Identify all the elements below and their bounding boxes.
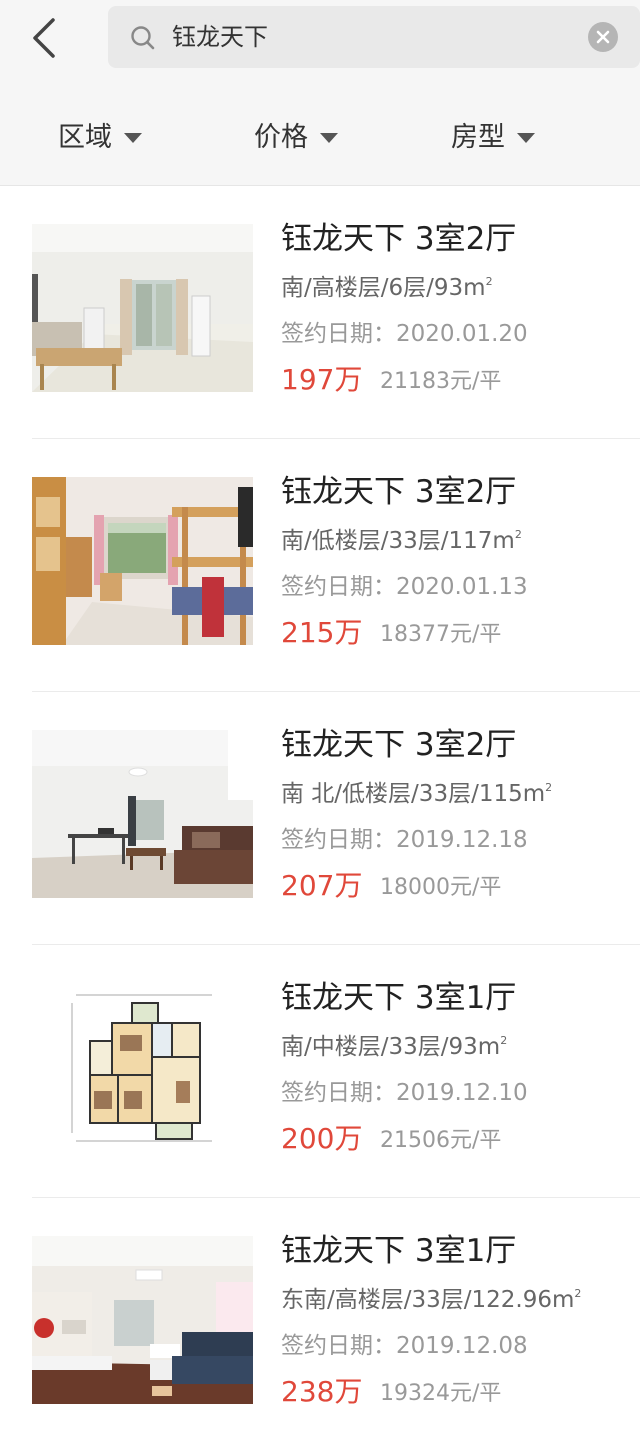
filter-layout-dropdown[interactable]: 房型 — [451, 114, 535, 162]
living-room-photo — [32, 224, 253, 392]
listing-title: 钰龙天下 3室1厅 — [281, 980, 517, 1016]
listing-desc-text: 南/高楼层/6层/93m — [281, 275, 486, 301]
listing-item[interactable]: 钰龙天下 3室2厅 南 北/低楼层/33层/115m2 签约日期：2019.12… — [0, 692, 640, 945]
listing-item[interactable]: 钰龙天下 3室1厅 东南/高楼层/33层/122.96m2 签约日期：2019.… — [0, 1198, 640, 1432]
listing-date: 签约日期：2019.12.18 — [281, 827, 528, 853]
filter-label: 房型 — [451, 122, 505, 153]
living-room-photo — [32, 1236, 253, 1404]
area-unit-superscript: 2 — [545, 781, 553, 794]
listing-unit-price: 21183元/平 — [380, 369, 502, 394]
search-bar[interactable]: 钰龙天下 — [108, 6, 640, 68]
listing-desc-text: 南/中楼层/33层/93m — [281, 1034, 501, 1060]
listing-price: 200万 — [281, 1122, 363, 1155]
top-bar: 钰龙天下 区域 价格 房型 — [0, 0, 640, 186]
search-input[interactable]: 钰龙天下 — [172, 20, 268, 54]
listing-unit-price: 18000元/平 — [380, 875, 502, 900]
listing-title: 钰龙天下 3室2厅 — [281, 727, 517, 763]
chevron-left-icon — [33, 18, 55, 58]
listing-price: 215万 — [281, 616, 363, 649]
listing-desc-text: 东南/高楼层/33层/122.96m — [281, 1287, 575, 1313]
clear-search-button[interactable] — [588, 22, 618, 52]
bedroom-photo — [32, 477, 253, 645]
listing-date: 签约日期：2020.01.20 — [281, 321, 528, 347]
listing-unit-price: 18377元/平 — [380, 622, 502, 647]
listing-desc: 南/中楼层/33层/93m2 — [281, 1031, 507, 1067]
listing-price: 207万 — [281, 869, 363, 902]
caret-down-icon — [320, 133, 338, 143]
search-icon — [131, 26, 155, 50]
area-unit-superscript: 2 — [485, 275, 493, 288]
listing-desc: 东南/高楼层/33层/122.96m2 — [281, 1284, 581, 1320]
listing-desc-text: 南 北/低楼层/33层/115m — [281, 781, 546, 807]
back-button[interactable] — [18, 12, 70, 64]
listing-title: 钰龙天下 3室1厅 — [281, 1233, 517, 1269]
listing-title: 钰龙天下 3室2厅 — [281, 221, 517, 257]
listing-unit-price: 21506元/平 — [380, 1128, 502, 1153]
listing-item[interactable]: 钰龙天下 3室2厅 南/低楼层/33层/117m2 签约日期：2020.01.1… — [0, 439, 640, 692]
filter-price-dropdown[interactable]: 价格 — [254, 114, 338, 162]
listing-desc-text: 南/低楼层/33层/117m — [281, 528, 515, 554]
area-unit-superscript: 2 — [514, 528, 522, 541]
listing-unit-price: 19324元/平 — [380, 1381, 502, 1406]
filter-area-dropdown[interactable]: 区域 — [58, 114, 142, 162]
listing-date: 签约日期：2020.01.13 — [281, 574, 528, 600]
area-unit-superscript: 2 — [500, 1034, 508, 1047]
close-icon — [596, 30, 610, 44]
listing-title: 钰龙天下 3室2厅 — [281, 474, 517, 510]
filter-label: 区域 — [58, 122, 112, 153]
living-room-photo — [32, 730, 253, 898]
listing-desc: 南/高楼层/6层/93m2 — [281, 272, 493, 308]
listing-date: 签约日期：2019.12.08 — [281, 1333, 528, 1359]
caret-down-icon — [124, 133, 142, 143]
floor-plan-image — [32, 983, 253, 1151]
listing-item[interactable]: 钰龙天下 3室1厅 南/中楼层/33层/93m2 签约日期：2019.12.10… — [0, 945, 640, 1198]
listing-desc: 南 北/低楼层/33层/115m2 — [281, 778, 552, 814]
listing-desc: 南/低楼层/33层/117m2 — [281, 525, 522, 561]
filter-label: 价格 — [254, 122, 308, 153]
listing-price: 197万 — [281, 363, 363, 396]
listing-item[interactable]: 钰龙天下 3室2厅 南/高楼层/6层/93m2 签约日期：2020.01.20 … — [0, 186, 640, 439]
listing-date: 签约日期：2019.12.10 — [281, 1080, 528, 1106]
listing-price: 238万 — [281, 1375, 363, 1408]
area-unit-superscript: 2 — [574, 1287, 582, 1300]
caret-down-icon — [517, 133, 535, 143]
